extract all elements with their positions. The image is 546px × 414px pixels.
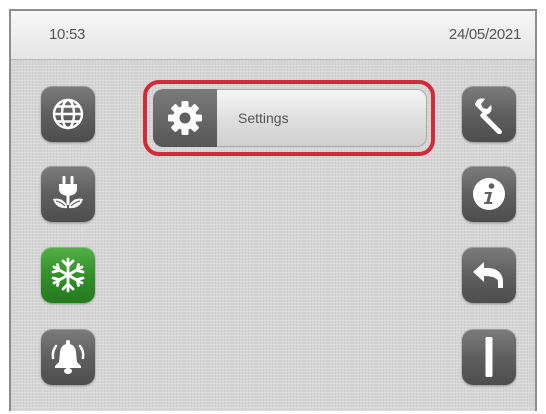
snowflake-icon — [51, 257, 85, 293]
back-arrow-icon — [473, 262, 503, 288]
alarm-bell-icon — [51, 340, 85, 374]
plug-leaf-icon — [53, 176, 83, 209]
globe-button[interactable] — [41, 86, 95, 142]
alarm-button[interactable] — [41, 329, 95, 385]
service-button[interactable] — [462, 86, 516, 142]
info-button[interactable] — [462, 166, 516, 222]
menu-selection-highlight: Settings — [143, 80, 435, 156]
current-date: 24/05/2021 — [448, 26, 521, 43]
wrench-icon — [475, 98, 502, 134]
globe-icon — [52, 98, 84, 130]
energy-button[interactable] — [41, 166, 95, 222]
info-icon — [473, 178, 505, 210]
status-bar: 10:53 24/05/2021 — [11, 11, 535, 60]
power-button[interactable] — [462, 329, 516, 385]
clock-time: 10:53 — [49, 26, 86, 43]
settings-icon-block — [153, 89, 217, 147]
device-screen: 10:53 24/05/2021 Settings — [9, 9, 537, 411]
power-bar-icon — [485, 337, 493, 377]
back-button[interactable] — [462, 247, 516, 303]
settings-menu-item[interactable]: Settings — [153, 89, 427, 147]
settings-label: Settings — [238, 110, 289, 126]
gear-icon — [168, 101, 202, 135]
cooling-button[interactable] — [41, 247, 95, 303]
